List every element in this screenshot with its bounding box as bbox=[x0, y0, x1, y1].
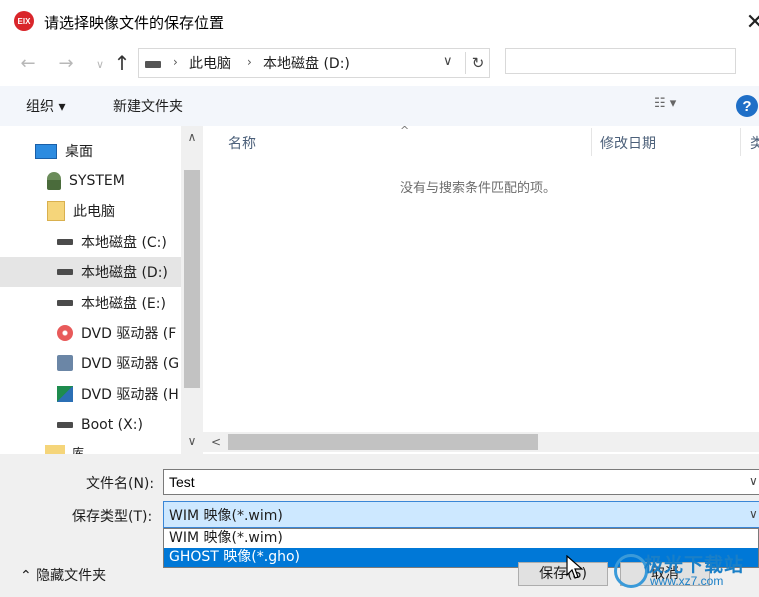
scroll-up-icon[interactable]: ∧ bbox=[181, 128, 203, 146]
view-options-button[interactable]: ☷ ▾ bbox=[654, 96, 704, 111]
chevron-down-icon[interactable]: ∨ bbox=[749, 507, 758, 521]
app-icon: EIX bbox=[14, 11, 34, 31]
nav-item-label: 本地磁盘 (C:) bbox=[81, 235, 167, 251]
breadcrumb-this-pc[interactable]: 此电脑 bbox=[189, 53, 231, 73]
column-divider[interactable] bbox=[591, 128, 592, 156]
forward-button[interactable]: → bbox=[52, 49, 80, 77]
refresh-icon: ↻ bbox=[471, 54, 485, 72]
arrow-right-icon: → bbox=[58, 52, 74, 74]
nav-item-label: DVD 驱动器 (H bbox=[81, 387, 179, 403]
drive-icon bbox=[57, 239, 73, 245]
breadcrumb-separator-icon: › bbox=[247, 55, 252, 69]
drive-icon bbox=[57, 422, 73, 428]
nav-scrollbar-thumb[interactable] bbox=[184, 170, 200, 388]
filename-input[interactable] bbox=[163, 469, 759, 495]
window-title: 请选择映像文件的保存位置 bbox=[44, 14, 225, 32]
mouse-cursor-icon bbox=[566, 555, 584, 579]
hide-folders-button[interactable]: ⌃ 隐藏文件夹 bbox=[20, 565, 106, 585]
address-dropdown-icon[interactable]: ∨ bbox=[443, 54, 453, 69]
navigation-pane: 桌面 SYSTEM 此电脑 本地磁盘 (C:) 本地磁盘 (D:) 本地磁盘 (… bbox=[0, 126, 203, 454]
nav-item-label: 本地磁盘 (D:) bbox=[81, 265, 168, 281]
nav-item-label: DVD 驱动器 (F bbox=[81, 326, 177, 342]
up-button[interactable]: ↑ bbox=[108, 49, 136, 77]
drive-icon bbox=[57, 269, 73, 275]
column-header-type[interactable]: 类 bbox=[750, 133, 759, 153]
nav-item-dvd-g[interactable]: DVD 驱动器 (G bbox=[0, 348, 203, 378]
drive-icon bbox=[57, 300, 73, 306]
this-pc-icon bbox=[47, 201, 65, 221]
nav-item-this-pc[interactable]: 此电脑 bbox=[0, 196, 203, 226]
dvd-icon bbox=[57, 386, 73, 402]
nav-item-dvd-f[interactable]: DVD 驱动器 (F bbox=[0, 318, 203, 348]
sort-ascending-icon: ^ bbox=[400, 124, 410, 137]
save-type-select[interactable]: WIM 映像(*.wim) bbox=[163, 501, 759, 528]
close-button[interactable]: ✕ bbox=[740, 6, 759, 38]
save-type-label: 保存类型(T): bbox=[72, 509, 153, 525]
nav-item-library[interactable]: 库 bbox=[72, 444, 84, 454]
column-header-name[interactable]: 名称 bbox=[228, 133, 256, 153]
dvd-icon bbox=[57, 325, 73, 341]
library-folder-icon bbox=[45, 445, 65, 454]
watermark-logo-icon bbox=[614, 554, 648, 588]
chevron-down-icon[interactable]: ∨ bbox=[749, 474, 758, 488]
dropdown-option-wim[interactable]: WIM 映像(*.wim) bbox=[164, 529, 758, 548]
scroll-left-icon[interactable]: < bbox=[207, 432, 225, 452]
search-input[interactable] bbox=[505, 48, 736, 74]
nav-item-label: 桌面 bbox=[65, 144, 93, 160]
nav-item-label: 本地磁盘 (E:) bbox=[81, 296, 166, 312]
nav-item-boot-x[interactable]: Boot (X:) bbox=[0, 410, 203, 440]
filename-label: 文件名(N): bbox=[86, 476, 155, 492]
watermark-text: 极光下载站 bbox=[644, 554, 745, 576]
nav-item-drive-c[interactable]: 本地磁盘 (C:) bbox=[0, 227, 203, 257]
breadcrumb-drive-d[interactable]: 本地磁盘 (D:) bbox=[263, 53, 350, 73]
help-button[interactable]: ? bbox=[736, 95, 758, 117]
back-button[interactable]: ← bbox=[14, 49, 42, 77]
dvd-icon bbox=[57, 355, 73, 371]
nav-item-label: SYSTEM bbox=[69, 173, 125, 189]
nav-item-label: Boot (X:) bbox=[81, 417, 143, 433]
empty-message: 没有与搜索条件匹配的项。 bbox=[400, 181, 557, 196]
watermark-url: www.xz7.com bbox=[650, 574, 724, 588]
watermark: 极光下载站 www.xz7.com bbox=[614, 550, 754, 592]
nav-item-drive-e[interactable]: 本地磁盘 (E:) bbox=[0, 288, 203, 318]
nav-item-label: 此电脑 bbox=[73, 204, 115, 220]
nav-item-drive-d[interactable]: 本地磁盘 (D:) bbox=[0, 257, 203, 287]
file-list[interactable] bbox=[203, 126, 759, 454]
arrow-up-icon: ↑ bbox=[113, 51, 131, 75]
column-divider[interactable] bbox=[740, 128, 741, 156]
save-button[interactable]: 保存(S) bbox=[518, 562, 608, 586]
new-folder-button[interactable]: 新建文件夹 bbox=[113, 96, 183, 116]
nav-item-system[interactable]: SYSTEM bbox=[0, 166, 203, 196]
chevron-down-icon: ∨ bbox=[95, 57, 105, 71]
address-bar[interactable]: › 此电脑 › 本地磁盘 (D:) ∨ ↻ bbox=[138, 48, 490, 78]
column-header-modified[interactable]: 修改日期 bbox=[600, 133, 656, 153]
organize-button[interactable]: 组织 ▾ bbox=[26, 96, 65, 116]
nav-item-label: DVD 驱动器 (G bbox=[81, 356, 180, 372]
horizontal-scrollbar-thumb[interactable] bbox=[228, 434, 538, 450]
arrow-left-icon: ← bbox=[20, 52, 36, 74]
nav-item-dvd-h[interactable]: DVD 驱动器 (H bbox=[0, 379, 203, 409]
user-icon bbox=[47, 172, 61, 190]
nav-item-desktop[interactable]: 桌面 bbox=[0, 136, 203, 166]
close-icon: ✕ bbox=[745, 9, 759, 35]
desktop-icon bbox=[35, 143, 57, 159]
scroll-down-icon[interactable]: ∨ bbox=[181, 432, 203, 450]
refresh-button[interactable]: ↻ bbox=[465, 52, 490, 74]
breadcrumb-separator-icon: › bbox=[173, 55, 178, 69]
drive-icon bbox=[145, 61, 161, 68]
